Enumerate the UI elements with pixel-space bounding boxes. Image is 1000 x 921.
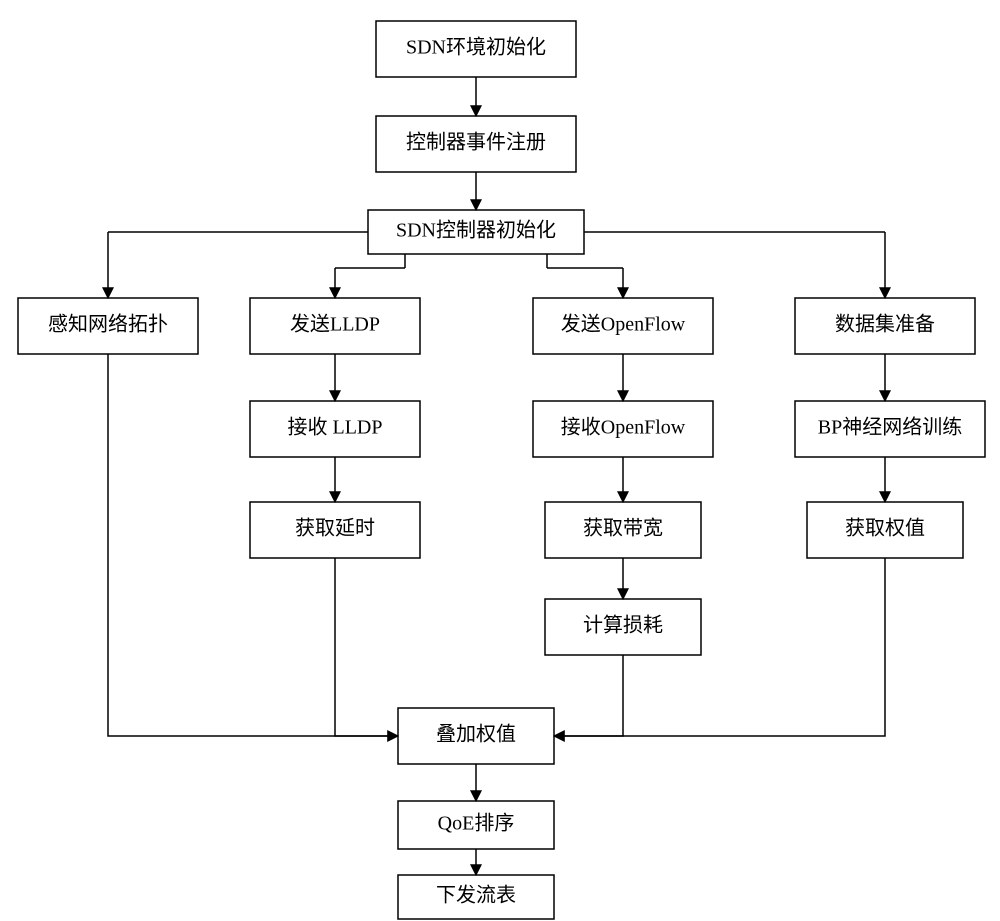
label-sdn-controller-init: SDN控制器初始化 (396, 219, 556, 242)
label-recv-openflow: 接收OpenFlow (561, 416, 686, 439)
label-recv-lldp: 接收 LLDP (288, 416, 383, 439)
flowchart: SDN环境初始化 控制器事件注册 SDN控制器初始化 感知网络拓扑 发送LLDP… (0, 0, 1000, 921)
node-recv-openflow: 接收OpenFlow (533, 401, 713, 457)
node-sum-weight: 叠加权值 (398, 708, 554, 764)
label-calc-loss: 计算损耗 (583, 614, 663, 637)
node-send-flowtable: 下发流表 (398, 875, 554, 919)
node-get-bandwidth: 获取带宽 (545, 502, 701, 558)
node-topology-sense: 感知网络拓扑 (18, 298, 198, 354)
edge-n7-n15 (335, 558, 398, 736)
node-qoe-sort: QoE排序 (398, 801, 554, 849)
node-recv-lldp: 接收 LLDP (250, 401, 420, 457)
node-get-delay: 获取延时 (250, 502, 420, 558)
node-send-openflow: 发送OpenFlow (533, 298, 713, 354)
label-bp-train: BP神经网络训练 (818, 416, 962, 439)
label-sum-weight: 叠加权值 (436, 723, 516, 746)
label-send-openflow: 发送OpenFlow (561, 313, 686, 336)
label-controller-event-reg: 控制器事件注册 (406, 131, 546, 154)
node-controller-event-reg: 控制器事件注册 (376, 116, 576, 172)
label-send-lldp: 发送LLDP (290, 313, 380, 336)
label-send-flowtable: 下发流表 (436, 884, 516, 907)
label-get-bandwidth: 获取带宽 (583, 517, 663, 540)
node-bp-train: BP神经网络训练 (795, 401, 985, 457)
node-dataset-prep: 数据集准备 (795, 298, 975, 354)
node-sdn-env-init: SDN环境初始化 (376, 21, 576, 77)
node-get-weight: 获取权值 (807, 502, 963, 558)
node-calc-loss: 计算损耗 (545, 599, 701, 655)
node-sdn-controller-init: SDN控制器初始化 (368, 210, 584, 254)
label-sdn-env-init: SDN环境初始化 (406, 36, 546, 59)
edge-n11-n15 (554, 655, 623, 736)
label-dataset-prep: 数据集准备 (835, 313, 935, 336)
node-send-lldp: 发送LLDP (250, 298, 420, 354)
label-get-weight: 获取权值 (845, 517, 925, 540)
label-qoe-sort: QoE排序 (438, 812, 515, 835)
label-get-delay: 获取延时 (295, 517, 375, 540)
label-topology-sense: 感知网络拓扑 (48, 313, 168, 336)
